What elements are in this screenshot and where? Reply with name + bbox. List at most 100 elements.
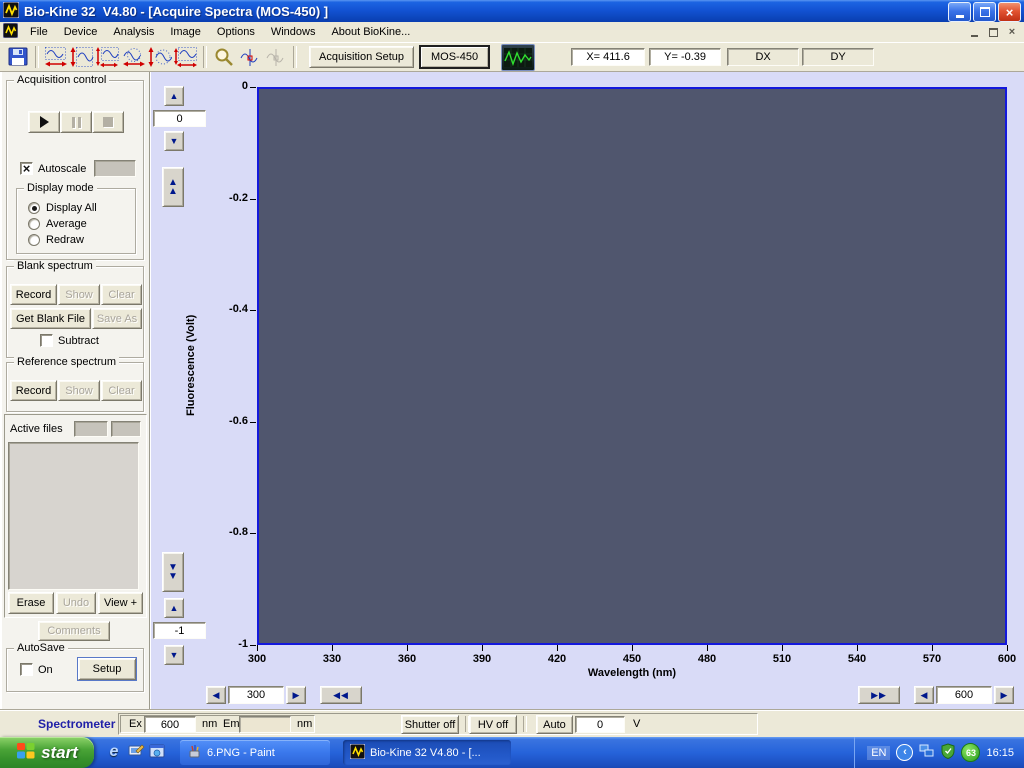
radio-icon[interactable]	[28, 234, 40, 246]
save-icon[interactable]	[5, 45, 31, 69]
clock[interactable]: 16:15	[986, 747, 1014, 759]
quicklaunch-window-icon[interactable]	[147, 741, 167, 763]
tick-label: -0.4	[202, 303, 248, 315]
menu-item-options[interactable]: Options	[209, 24, 263, 40]
close-button[interactable]: ×	[998, 2, 1021, 22]
shift-x-icon[interactable]	[121, 45, 147, 69]
app-icon	[3, 2, 19, 21]
get-blank-file-button[interactable]: Get Blank File	[10, 308, 91, 329]
crosshair-icon[interactable]	[237, 45, 263, 69]
scale-x-icon[interactable]	[43, 45, 69, 69]
tick-mark	[707, 645, 708, 651]
security-shield-icon[interactable]	[941, 743, 955, 762]
y-offset-field[interactable]: 0	[153, 110, 206, 127]
mdi-restore-button[interactable]	[985, 25, 1001, 39]
stop-button	[92, 111, 124, 133]
x-min-right-arrow[interactable]: ▶	[286, 686, 306, 704]
plot-area[interactable]	[257, 87, 1007, 645]
play-icon	[40, 116, 49, 128]
hide-icons-chevron-icon[interactable]: ‹	[896, 744, 913, 761]
mdi-close-button[interactable]: ×	[1004, 25, 1020, 39]
paint-icon	[187, 744, 202, 762]
ex-field[interactable]: 600	[144, 716, 196, 733]
scale-y-icon[interactable]	[69, 45, 95, 69]
tick-label: -0.2	[202, 192, 248, 204]
hv-button[interactable]: HV off	[469, 715, 517, 734]
menu-item-analysis[interactable]: Analysis	[105, 24, 162, 40]
acquisition-setup-button[interactable]: Acquisition Setup	[309, 46, 414, 68]
menu-item-about[interactable]: About BioKine...	[323, 24, 418, 40]
view-plus-button[interactable]: View +	[98, 592, 143, 614]
y-min-up-spinner[interactable]: ▲	[164, 598, 184, 618]
radio-icon[interactable]	[28, 202, 40, 214]
magnifier-icon[interactable]	[211, 45, 237, 69]
radio-average[interactable]: Average	[28, 218, 87, 230]
task-button-paint[interactable]: 6.PNG - Paint	[180, 740, 330, 765]
y-expand-down-button[interactable]: ▼▼	[162, 552, 184, 592]
x-min-left-arrow[interactable]: ◀	[206, 686, 226, 704]
minimize-button[interactable]	[948, 2, 971, 22]
y-min-down-spinner[interactable]: ▼	[164, 645, 184, 665]
y-offset-up-spinner[interactable]: ▲	[164, 86, 184, 106]
x-max-right-arrow[interactable]: ▶	[994, 686, 1014, 704]
em-unit: nm	[297, 718, 312, 730]
x-max-field[interactable]: 600	[936, 686, 992, 704]
menu-item-device[interactable]: Device	[56, 24, 106, 40]
shift-xy-icon[interactable]	[173, 45, 199, 69]
biokine-window: Bio-Kine 32 V4.80 - [Acquire Spectra (MO…	[0, 0, 1024, 768]
auto-button[interactable]: Auto	[536, 715, 573, 734]
start-button[interactable]: start	[0, 737, 94, 768]
mos450-button[interactable]: MOS-450	[420, 46, 489, 68]
task-button-biokine[interactable]: Bio-Kine 32 V4.80 - [...	[343, 740, 511, 765]
x-min-field[interactable]: 300	[228, 686, 284, 704]
menu-item-image[interactable]: Image	[162, 24, 209, 40]
reference-record-button[interactable]: Record	[10, 380, 57, 401]
tick-mark	[250, 645, 256, 646]
x-scroll-right-button[interactable]: ▶▶	[858, 686, 900, 704]
play-button[interactable]	[28, 111, 60, 133]
menu-item-windows[interactable]: Windows	[263, 24, 324, 40]
mdi-minimize-button[interactable]	[966, 25, 982, 39]
comments-button: Comments	[38, 621, 110, 641]
toolbar: Acquisition Setup MOS-450 X= 411.6 Y= -0…	[0, 42, 1024, 72]
x-max-left-arrow[interactable]: ◀	[914, 686, 934, 704]
tick-mark	[407, 645, 408, 651]
network-icon[interactable]	[919, 744, 935, 761]
blank-record-button[interactable]: Record	[10, 284, 57, 305]
display-mode-title: Display mode	[24, 182, 97, 194]
radio-redraw[interactable]: Redraw	[28, 234, 84, 246]
menu-item-file[interactable]: File	[22, 24, 56, 40]
x-scroll-left-button[interactable]: ◀◀	[320, 686, 362, 704]
scale-xy-icon[interactable]	[95, 45, 121, 69]
blank-clear-button: Clear	[101, 284, 142, 305]
hv-value-field[interactable]: 0	[575, 716, 625, 733]
tick-mark	[782, 645, 783, 651]
control-sidebar: Acquisition control Autoscale Display mo…	[0, 72, 150, 710]
erase-button[interactable]: Erase	[8, 592, 54, 614]
autoscale-checkbox[interactable]	[20, 162, 33, 175]
radio-display-all[interactable]: Display All	[28, 202, 97, 214]
y-min-field[interactable]: -1	[153, 622, 206, 639]
shift-y-icon[interactable]	[147, 45, 173, 69]
active-files-list[interactable]	[8, 442, 139, 590]
language-indicator[interactable]: EN	[867, 746, 890, 760]
quicklaunch-desktop-icon[interactable]	[126, 741, 146, 763]
y-expand-up-button[interactable]: ▲▲	[162, 167, 184, 207]
quicklaunch-ie-icon[interactable]: e	[104, 741, 124, 763]
battery-indicator[interactable]: 63	[961, 743, 980, 762]
restore-button[interactable]	[973, 2, 996, 22]
oscilloscope-icon[interactable]	[501, 44, 535, 71]
autosave-setup-button[interactable]: Setup	[78, 658, 136, 680]
volt-label: V	[633, 718, 640, 730]
tick-mark	[632, 645, 633, 651]
reference-show-button: Show	[58, 380, 100, 401]
blank-spectrum-title: Blank spectrum	[14, 260, 96, 272]
tick-mark	[482, 645, 483, 651]
y-offset-down-spinner[interactable]: ▼	[164, 131, 184, 151]
tick-mark	[857, 645, 858, 651]
toolbar-separator	[293, 46, 297, 68]
shutter-button[interactable]: Shutter off	[401, 715, 459, 734]
subtract-checkbox[interactable]	[40, 334, 53, 347]
radio-icon[interactable]	[28, 218, 40, 230]
autosave-on-checkbox[interactable]	[20, 663, 33, 676]
